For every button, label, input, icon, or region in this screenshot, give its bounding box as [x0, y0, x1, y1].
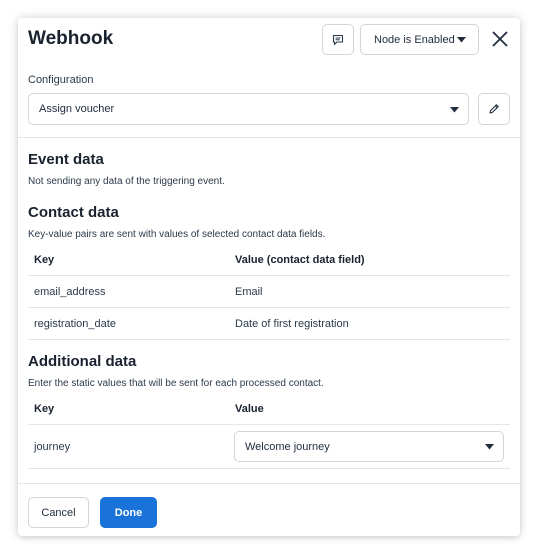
caret-down-icon [457, 37, 466, 43]
close-button[interactable] [490, 29, 510, 49]
row-value: Email [235, 286, 263, 298]
table-row: journey Welcome journey [28, 425, 510, 469]
divider [18, 137, 520, 138]
dialog-header: Webhook Node is Enabled [18, 18, 520, 62]
event-data-description: Not sending any data of the triggering e… [28, 176, 225, 187]
node-status-dropdown[interactable]: Node is Enabled [360, 24, 479, 55]
row-key: email_address [34, 286, 106, 298]
column-header-key: Key [34, 403, 55, 415]
cancel-button[interactable]: Cancel [28, 497, 89, 528]
event-data-title: Event data [28, 151, 104, 168]
webhook-dialog: Webhook Node is Enabled Configuration As… [18, 18, 520, 536]
configuration-select[interactable]: Assign voucher [28, 93, 469, 125]
journey-value: Welcome journey [245, 440, 330, 453]
row-key: journey [34, 441, 71, 453]
cancel-label: Cancel [41, 506, 76, 519]
node-status-label: Node is Enabled [374, 33, 455, 46]
column-header-value: Value (contact data field) [235, 254, 365, 266]
footer-divider [18, 483, 520, 484]
contact-data-table-header: Key Value (contact data field) [28, 244, 510, 276]
additional-data-table-header: Key Value [28, 393, 510, 425]
table-row: email_address Email [28, 276, 510, 308]
table-row: registration_date Date of first registra… [28, 308, 510, 340]
contact-data-title: Contact data [28, 204, 119, 221]
row-key: registration_date [34, 318, 116, 330]
configuration-value: Assign voucher [39, 103, 115, 115]
caret-down-icon [485, 444, 494, 450]
done-label: Done [114, 506, 143, 519]
column-header-value: Value [235, 403, 264, 415]
row-value: Date of first registration [235, 318, 349, 330]
caret-down-icon [450, 107, 459, 113]
comment-button[interactable] [322, 24, 354, 55]
column-header-key: Key [34, 254, 55, 266]
additional-data-description: Enter the static values that will be sen… [28, 378, 324, 389]
edit-configuration-button[interactable] [478, 93, 510, 125]
pencil-icon [489, 104, 499, 114]
additional-data-title: Additional data [28, 353, 137, 370]
done-button[interactable]: Done [100, 497, 157, 528]
close-icon [492, 31, 508, 47]
journey-value-select[interactable]: Welcome journey [234, 431, 504, 462]
contact-data-description: Key-value pairs are sent with values of … [28, 229, 326, 240]
dialog-title: Webhook [28, 28, 114, 49]
configuration-label: Configuration [28, 74, 94, 86]
configuration-section: Configuration [28, 74, 93, 86]
comment-icon [332, 34, 344, 45]
